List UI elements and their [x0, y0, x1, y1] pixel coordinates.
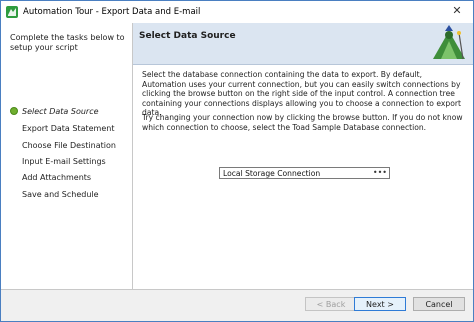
wizard-window: Automation Tour - Export Data and E-mail…	[0, 0, 474, 322]
step-save-and-schedule[interactable]: Save and Schedule	[22, 190, 99, 199]
title-bar: Automation Tour - Export Data and E-mail…	[1, 1, 473, 23]
connection-value: Local Storage Connection	[223, 169, 321, 178]
next-button[interactable]: Next >	[354, 297, 406, 311]
back-button[interactable]: < Back	[305, 297, 357, 311]
browse-button[interactable]: •••	[373, 168, 387, 177]
page-header: Select Data Source	[133, 23, 473, 65]
instruction-paragraph: Try changing your connection now by clic…	[142, 113, 463, 132]
step-choose-file-destination[interactable]: Choose File Destination	[22, 141, 116, 150]
wizard-footer: < Back Next > Cancel	[1, 290, 473, 321]
step-select-data-source[interactable]: Select Data Source	[22, 107, 99, 116]
step-add-attachments[interactable]: Add Attachments	[22, 173, 91, 182]
app-icon	[6, 6, 18, 18]
page-content: Select the database connection containin…	[133, 65, 473, 289]
description-paragraph: Select the database connection containin…	[142, 70, 461, 118]
current-step-icon	[10, 107, 18, 115]
step-export-data-statement[interactable]: Export Data Statement	[22, 124, 114, 133]
connection-selector[interactable]: Local Storage Connection •••	[219, 167, 390, 179]
steps-panel: Complete the tasks below to setup your s…	[1, 23, 133, 289]
page-title: Select Data Source	[139, 31, 236, 41]
step-input-email-settings[interactable]: Input E-mail Settings	[22, 157, 106, 166]
cancel-button[interactable]: Cancel	[413, 297, 465, 311]
steps-intro: Complete the tasks below to setup your s…	[10, 33, 125, 52]
window-title: Automation Tour - Export Data and E-mail	[23, 7, 201, 17]
toad-logo-icon	[429, 25, 469, 63]
close-button[interactable]: ✕	[443, 3, 471, 19]
